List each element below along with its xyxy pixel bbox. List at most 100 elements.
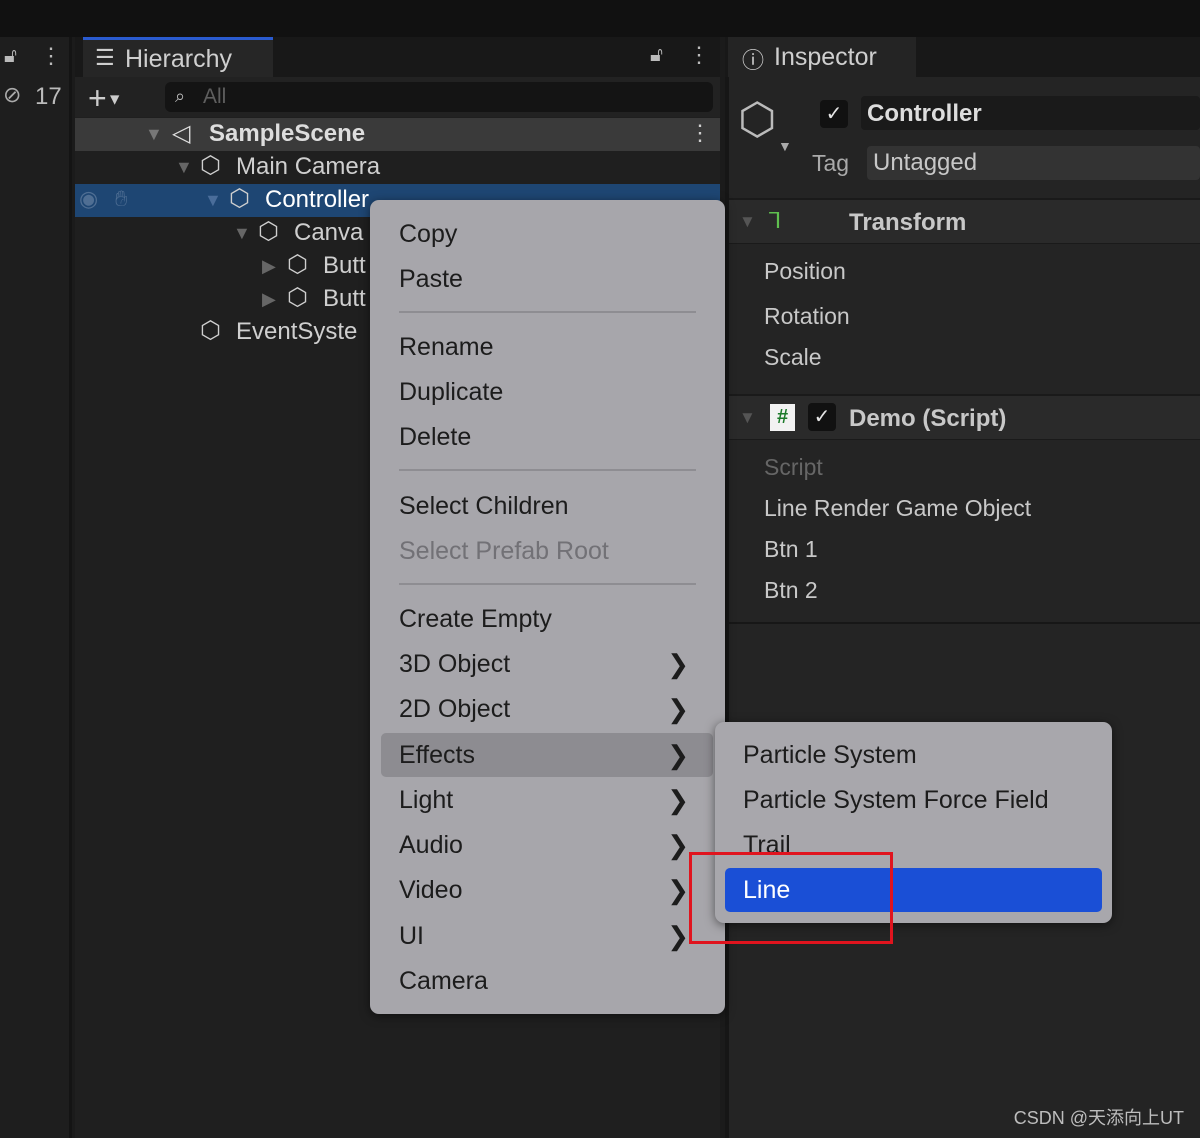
- gameobject-cube-icon: ⬡: [229, 185, 250, 212]
- menu-item-light[interactable]: Light ❯: [399, 778, 719, 822]
- component-title: Demo (Script): [849, 405, 1007, 432]
- field-label: Script: [764, 454, 823, 480]
- tree-item[interactable]: ▼ ⬡ Main Camera: [75, 151, 720, 184]
- enabled-checkbox[interactable]: ✓: [808, 403, 836, 431]
- menu-item-label: 3D Object: [399, 650, 511, 678]
- divider: [729, 622, 1200, 624]
- lock-icon[interactable]: 🔓︎: [650, 44, 663, 67]
- menu-item-label: Effects: [399, 741, 475, 769]
- menu-item-label: Audio: [399, 831, 463, 859]
- gameobject-cube-icon: ⬡: [200, 317, 221, 344]
- expand-arrow-icon[interactable]: ▼: [739, 212, 756, 232]
- expand-arrow-icon[interactable]: ▼: [145, 124, 163, 145]
- menu-item-label: Light: [399, 786, 454, 814]
- pickable-hand-icon[interactable]: ✋︎: [115, 186, 128, 212]
- menu-item-select-prefab-root: Select Prefab Root: [399, 537, 609, 565]
- tree-item-label: SampleScene: [209, 120, 366, 147]
- gameobject-icon[interactable]: ⬡: [738, 94, 776, 145]
- field-label: Position: [764, 258, 846, 284]
- visibility-eye-icon[interactable]: ◉: [79, 186, 98, 212]
- object-name-input[interactable]: Controller: [861, 96, 1200, 130]
- tag-dropdown[interactable]: Untagged: [867, 146, 1200, 180]
- menu-item-camera[interactable]: Camera: [399, 959, 719, 1003]
- transform-header[interactable]: ▼ ⅂ Transform: [729, 198, 1200, 244]
- chevron-right-icon: ❯: [667, 921, 689, 951]
- menu-separator: [399, 583, 696, 585]
- script-hash-icon: #: [770, 404, 795, 431]
- expand-arrow-icon[interactable]: ▼: [233, 223, 251, 244]
- tree-item-label: Controller: [265, 186, 370, 213]
- menu-item-3d-object[interactable]: 3D Object ❯: [399, 642, 719, 686]
- menu-item-audio[interactable]: Audio ❯: [399, 823, 719, 867]
- more-icon[interactable]: ⋮: [688, 42, 710, 68]
- info-icon: ⓘ: [742, 48, 765, 73]
- tree-item-label: Butt: [323, 285, 366, 312]
- collapse-arrow-icon[interactable]: ▶: [262, 289, 276, 310]
- field-label: Rotation: [764, 303, 850, 329]
- chevron-right-icon: ❯: [667, 830, 689, 860]
- menu-item-label: Video: [399, 876, 463, 904]
- hidden-eye-icon[interactable]: ⊘: [3, 82, 21, 108]
- top-bar: [0, 0, 1200, 37]
- expand-arrow-icon[interactable]: ▼: [175, 157, 193, 178]
- chevron-right-icon: ❯: [667, 785, 689, 815]
- tag-label: Tag: [812, 150, 850, 176]
- unity-scene-icon: ◁: [172, 120, 191, 147]
- hidden-count: 17: [35, 83, 62, 110]
- menu-item-video[interactable]: Video ❯: [399, 868, 719, 912]
- search-placeholder: All: [203, 85, 227, 108]
- chevron-right-icon: ❯: [667, 694, 689, 724]
- menu-item-delete[interactable]: Delete: [399, 415, 719, 459]
- field-label: Line Render Game Object: [764, 495, 1032, 521]
- submenu-item-particle-system[interactable]: Particle System: [743, 733, 917, 777]
- tree-item-scene[interactable]: ▼ ◁ SampleScene ⋮: [75, 118, 720, 151]
- tree-item-label: EventSyste: [236, 318, 358, 345]
- active-checkbox[interactable]: ✓: [820, 100, 848, 128]
- submenu-item-particle-force-field[interactable]: Particle System Force Field: [743, 778, 1049, 822]
- lock-icon[interactable]: 🔓︎: [4, 45, 17, 68]
- menu-item-copy[interactable]: Copy: [399, 212, 719, 256]
- gameobject-cube-icon: ⬡: [258, 218, 279, 245]
- tab-hierarchy[interactable]: ☰ Hierarchy: [83, 37, 273, 77]
- transform-axes-icon: ⅂: [769, 208, 782, 233]
- gameobject-cube-icon: ⬡: [287, 284, 308, 311]
- left-panel: 🔓︎ ⋮ ⊘ 17: [0, 37, 72, 1138]
- tree-item-label: Main Camera: [236, 153, 381, 180]
- menu-item-label: 2D Object: [399, 695, 511, 723]
- collapse-arrow-icon[interactable]: ▶: [262, 256, 276, 277]
- search-input[interactable]: ⌕ All: [165, 82, 713, 112]
- annotation-highlight-box: [689, 852, 893, 944]
- menu-separator: [399, 311, 696, 313]
- tab-label: Inspector: [774, 43, 877, 71]
- context-menu: Copy Paste Rename Duplicate Delete Selec…: [370, 200, 725, 1014]
- chevron-down-icon: ▼: [778, 138, 792, 154]
- menu-item-effects[interactable]: Effects ❯: [399, 733, 719, 777]
- watermark: CSDN @天添向上UT: [1013, 1108, 1184, 1128]
- chevron-right-icon: ❯: [667, 875, 689, 905]
- more-icon[interactable]: ⋮: [689, 120, 711, 146]
- menu-item-duplicate[interactable]: Duplicate: [399, 370, 719, 414]
- menu-item-ui[interactable]: UI ❯: [399, 914, 719, 958]
- menu-item-2d-object[interactable]: 2D Object ❯: [399, 687, 719, 731]
- gameobject-cube-icon: ⬡: [200, 152, 221, 179]
- script-header[interactable]: ▼ # ✓ Demo (Script): [729, 394, 1200, 440]
- gameobject-cube-icon: ⬡: [287, 251, 308, 278]
- tab-inspector[interactable]: ⓘ Inspector: [728, 37, 916, 77]
- search-icon: ⌕: [175, 86, 186, 106]
- chevron-right-icon: ❯: [667, 740, 689, 770]
- component-title: Transform: [849, 209, 967, 236]
- tree-item-label: Canva: [294, 219, 364, 246]
- menu-item-create-empty[interactable]: Create Empty: [399, 597, 719, 641]
- menu-item-select-children[interactable]: Select Children: [399, 484, 719, 528]
- more-icon[interactable]: ⋮: [40, 43, 62, 69]
- expand-arrow-icon[interactable]: ▼: [739, 408, 756, 428]
- expand-arrow-icon[interactable]: ▼: [204, 190, 222, 211]
- chevron-right-icon: ❯: [667, 649, 689, 679]
- field-label: Btn 2: [764, 577, 818, 603]
- menu-item-rename[interactable]: Rename: [399, 325, 719, 369]
- menu-item-label: UI: [399, 922, 424, 950]
- add-button[interactable]: +▼: [88, 80, 123, 117]
- field-label: Btn 1: [764, 536, 818, 562]
- menu-item-paste[interactable]: Paste: [399, 257, 719, 301]
- field-label: Scale: [764, 344, 822, 370]
